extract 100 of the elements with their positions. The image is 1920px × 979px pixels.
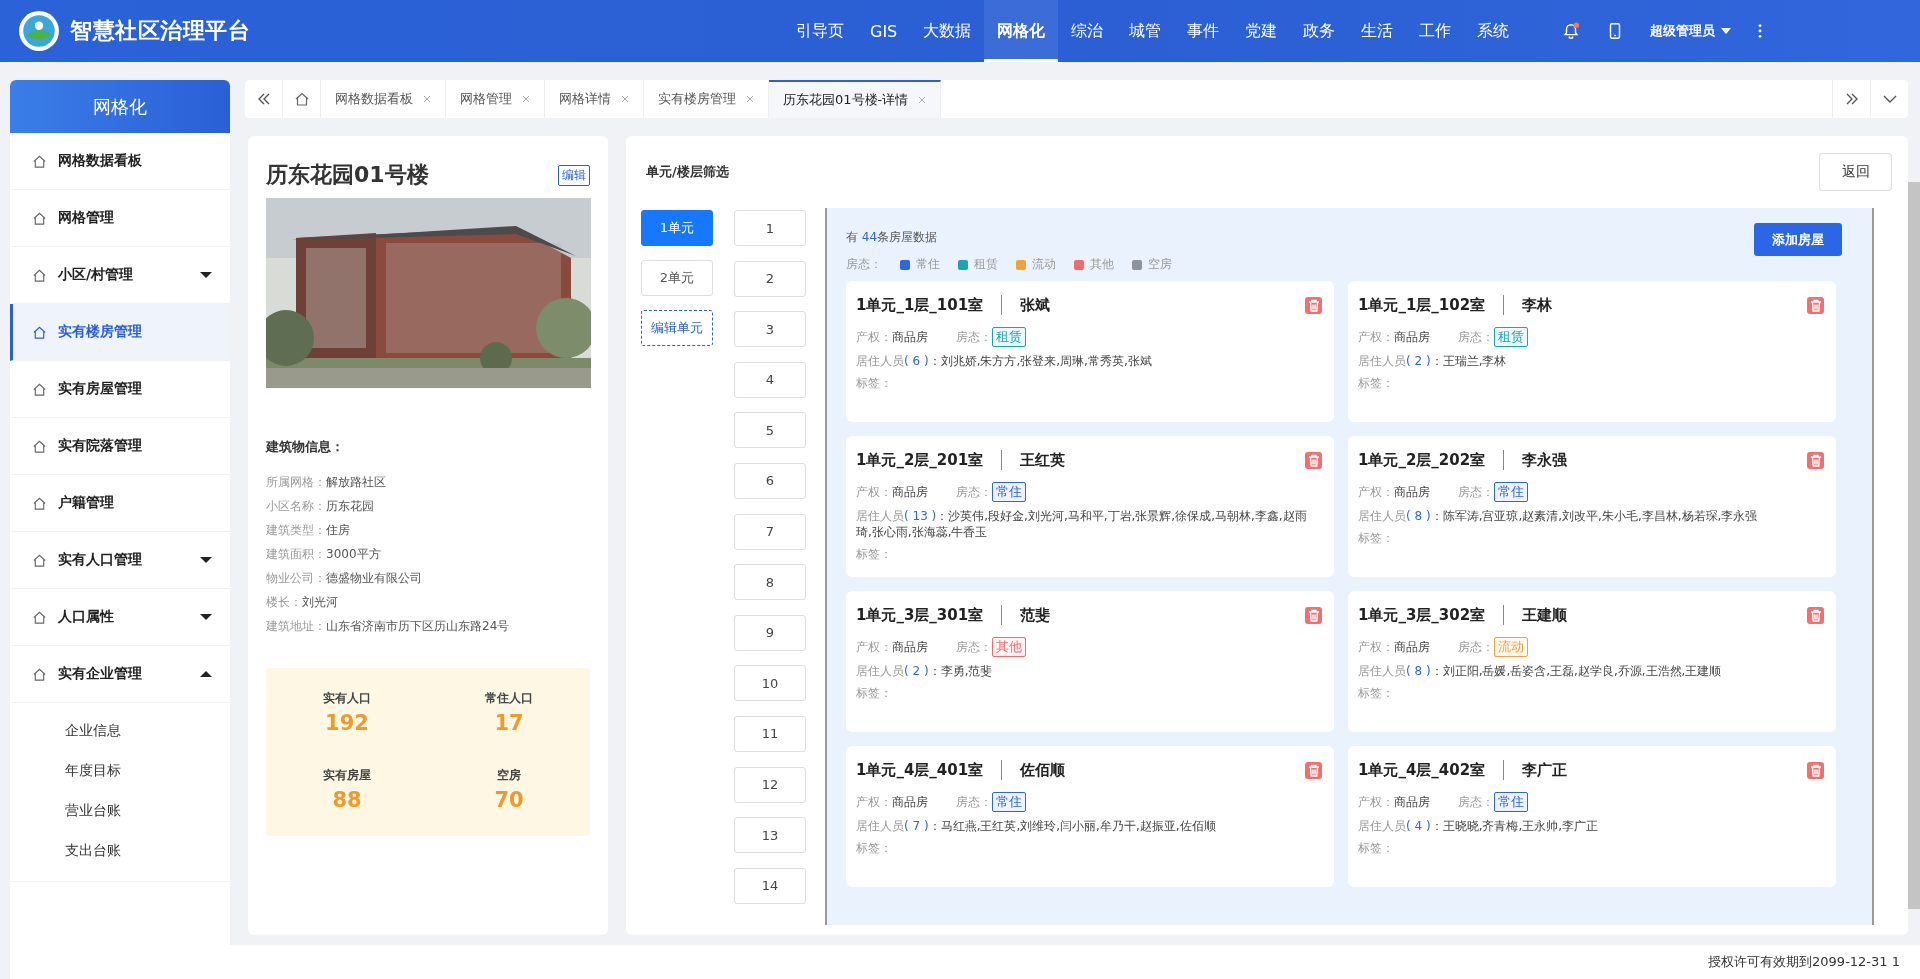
delete-button[interactable] (1807, 606, 1824, 624)
back-button[interactable]: 返回 (1819, 153, 1892, 191)
add-room-button[interactable]: 添加房屋 (1754, 223, 1842, 256)
floor-button[interactable]: 4 (734, 361, 806, 398)
home-icon (32, 666, 47, 682)
sidebar-subitem[interactable]: 支出台账 (10, 831, 230, 871)
ownership-field: 产权：商品房 (856, 638, 928, 656)
room-number: 1单元_2层_202室 (1358, 450, 1486, 470)
close-icon[interactable] (746, 95, 754, 103)
sidebar-item[interactable]: 户籍管理 (10, 475, 230, 532)
app-title: 智慧社区治理平台 (70, 17, 250, 45)
owner-name: 李广正 (1522, 760, 1569, 780)
sidebar-item[interactable]: 实有人口管理 (10, 532, 230, 589)
sidebar-subitem[interactable]: 营业台账 (10, 791, 230, 831)
sidebar-item[interactable]: 人口属性 (10, 589, 230, 646)
delete-button[interactable] (1305, 606, 1322, 624)
sidebar-label: 户籍管理 (58, 494, 115, 512)
sidebar-item[interactable]: 实有房屋管理 (10, 361, 230, 418)
sidebar-item[interactable]: 实有楼房管理 (10, 304, 230, 361)
residents-line: 居住人员( 8 )：刘正阳,岳媛,岳姿含,王磊,赵学良,乔源,王浩然,王建顺 (1358, 663, 1723, 679)
floor-button[interactable]: 12 (734, 766, 806, 803)
floor-button[interactable]: 14 (734, 867, 806, 904)
nav-tab[interactable]: 系统 (1464, 0, 1523, 62)
trash-icon (1307, 608, 1320, 622)
info-row-text: 建筑面积：3000平方 (266, 546, 382, 563)
home-icon (32, 267, 47, 283)
floor-button[interactable]: 11 (734, 715, 806, 752)
notification-icon[interactable] (1562, 22, 1581, 40)
sidebar-item[interactable]: 实有院落管理 (10, 418, 230, 475)
info-row-text: 小区名称：历东花园 (266, 498, 375, 515)
floor-button[interactable]: 10 (734, 665, 806, 702)
ownership-field: 产权：商品房 (1358, 638, 1430, 656)
floor-button[interactable]: 8 (734, 564, 806, 601)
tags-label: 标签： (856, 840, 893, 857)
edit-units-button[interactable]: 编辑单元 (641, 310, 713, 346)
close-icon[interactable] (918, 96, 927, 104)
trash-icon (1809, 453, 1822, 467)
nav-tab[interactable]: GIS (857, 0, 911, 62)
nav-tab[interactable]: 事件 (1174, 0, 1233, 62)
unit-button[interactable]: 1单元 (641, 210, 713, 246)
delete-button[interactable] (1305, 296, 1322, 314)
edit-button[interactable]: 编辑 (558, 164, 590, 186)
delete-button[interactable] (1807, 761, 1824, 779)
nav-tab[interactable]: 大数据 (910, 0, 985, 62)
sidebar-subitem[interactable]: 年度目标 (10, 751, 230, 791)
residents-line: 居住人员( 2 )：李勇,范斐 (856, 663, 994, 679)
close-icon[interactable] (621, 95, 629, 103)
delete-button[interactable] (1807, 296, 1824, 314)
owner-name: 王建顺 (1522, 605, 1569, 625)
home-icon (32, 210, 47, 226)
tab-label: 网格详情 (559, 90, 611, 108)
page-tab[interactable]: 网格数据看板 (321, 80, 446, 118)
close-icon[interactable] (423, 95, 431, 103)
floor-button[interactable]: 5 (734, 412, 806, 449)
ownership-field: 产权：商品房 (856, 328, 928, 346)
unit-button[interactable]: 2单元 (641, 260, 713, 296)
nav-tab[interactable]: 城管 (1116, 0, 1175, 62)
page-tab[interactable]: 历东花园01号楼-详情 (769, 80, 942, 118)
home-icon (32, 438, 47, 454)
page-tab[interactable]: 网格详情 (545, 80, 644, 118)
status-label: 房态： (1458, 793, 1494, 811)
ownership-field: 产权：商品房 (1358, 793, 1430, 811)
delete-button[interactable] (1305, 761, 1322, 779)
sidebar-item[interactable]: 实有企业管理 (10, 646, 230, 703)
scrollbar[interactable] (1908, 182, 1920, 909)
home-icon (32, 495, 47, 511)
residents-line: 居住人员( 6 )：刘兆娇,朱方方,张登来,周琳,常秀英,张斌 (856, 353, 1153, 369)
floor-button[interactable]: 6 (734, 462, 806, 499)
floor-button[interactable]: 2 (734, 260, 806, 297)
sidebar-item[interactable]: 网格管理 (10, 190, 230, 247)
nav-tab[interactable]: 网格化 (984, 0, 1059, 62)
nav-tab[interactable]: 生活 (1348, 0, 1407, 62)
stat-value: 17 (494, 711, 524, 735)
floor-button[interactable]: 13 (734, 817, 806, 854)
nav-tab[interactable]: 政务 (1290, 0, 1349, 62)
sidebar-title: 网格化 (10, 80, 230, 133)
tags-label: 标签： (1358, 530, 1395, 547)
sidebar-label: 实有楼房管理 (58, 323, 143, 341)
room-number: 1单元_1层_101室 (856, 295, 984, 315)
sidebar-item[interactable]: 网格数据看板 (10, 133, 230, 190)
page-tab[interactable]: 网格管理 (446, 80, 545, 118)
floor-button[interactable]: 7 (734, 513, 806, 550)
close-icon[interactable] (522, 95, 530, 103)
floor-button[interactable]: 1 (734, 210, 806, 246)
delete-button[interactable] (1305, 451, 1322, 469)
nav-tab[interactable]: 党建 (1232, 0, 1291, 62)
delete-button[interactable] (1807, 451, 1824, 469)
record-count: 有 44条房屋数据 (846, 229, 939, 246)
status-label: 房态： (1458, 638, 1494, 656)
more-icon[interactable] (1757, 23, 1764, 39)
nav-tab[interactable]: 工作 (1406, 0, 1465, 62)
nav-tab[interactable]: 引导页 (783, 0, 857, 62)
user-menu[interactable]: 超级管理员 (1650, 22, 1732, 40)
floor-button[interactable]: 3 (734, 311, 806, 348)
sidebar-subitem[interactable]: 企业信息 (10, 711, 230, 751)
floor-button[interactable]: 9 (734, 614, 806, 651)
trash-icon (1809, 608, 1822, 622)
tags-label: 标签： (856, 546, 893, 563)
nav-tab[interactable]: 综治 (1058, 0, 1117, 62)
sidebar-label: 实有房屋管理 (58, 380, 143, 398)
